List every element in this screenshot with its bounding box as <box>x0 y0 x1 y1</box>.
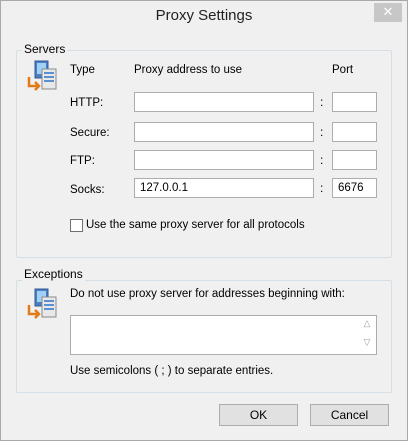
http-address-input[interactable] <box>134 92 314 112</box>
secure-port-input[interactable] <box>332 122 377 142</box>
secure-label: Secure: <box>70 127 110 139</box>
ftp-address-input[interactable] <box>134 150 314 170</box>
secure-colon: : <box>320 125 324 139</box>
socks-port-input[interactable] <box>332 178 377 198</box>
title-bar[interactable]: Proxy Settings ✕ <box>1 1 407 32</box>
dialog-title: Proxy Settings <box>155 7 253 24</box>
exceptions-group-label: Exceptions <box>22 267 85 281</box>
socks-colon: : <box>320 181 324 195</box>
exceptions-textarea[interactable]: △ ▽ <box>70 315 377 355</box>
exceptions-hint: Use semicolons ( ; ) to separate entries… <box>70 365 274 377</box>
network-computers-icon <box>27 60 57 91</box>
scroll-down-arrow-icon[interactable]: ▽ <box>359 337 375 348</box>
exceptions-description: Do not use proxy server for addresses be… <box>70 288 345 300</box>
same-proxy-label[interactable]: Use the same proxy server for all protoc… <box>86 219 305 231</box>
scroll-up-arrow-icon[interactable]: △ <box>359 318 375 329</box>
http-label: HTTP: <box>70 97 104 109</box>
column-address-header: Proxy address to use <box>134 64 243 76</box>
socks-label: Socks: <box>70 184 105 196</box>
secure-address-input[interactable] <box>134 122 314 142</box>
ok-button[interactable]: OK <box>219 404 298 426</box>
cancel-button[interactable]: Cancel <box>310 404 389 426</box>
socks-address-input[interactable] <box>134 178 314 198</box>
proxy-settings-dialog: Proxy Settings ✕ Servers Type Proxy addr… <box>0 0 408 441</box>
same-proxy-checkbox[interactable] <box>70 219 83 232</box>
column-port-header: Port <box>332 64 354 76</box>
http-colon: : <box>320 95 324 109</box>
http-port-input[interactable] <box>332 92 377 112</box>
ftp-label: FTP: <box>70 155 95 167</box>
ftp-port-input[interactable] <box>332 150 377 170</box>
network-computers-icon <box>27 288 57 319</box>
servers-group-label: Servers <box>22 42 68 56</box>
ftp-colon: : <box>320 153 324 167</box>
column-type-header: Type <box>70 64 95 76</box>
close-button[interactable]: ✕ <box>374 3 402 22</box>
close-icon: ✕ <box>382 5 394 20</box>
